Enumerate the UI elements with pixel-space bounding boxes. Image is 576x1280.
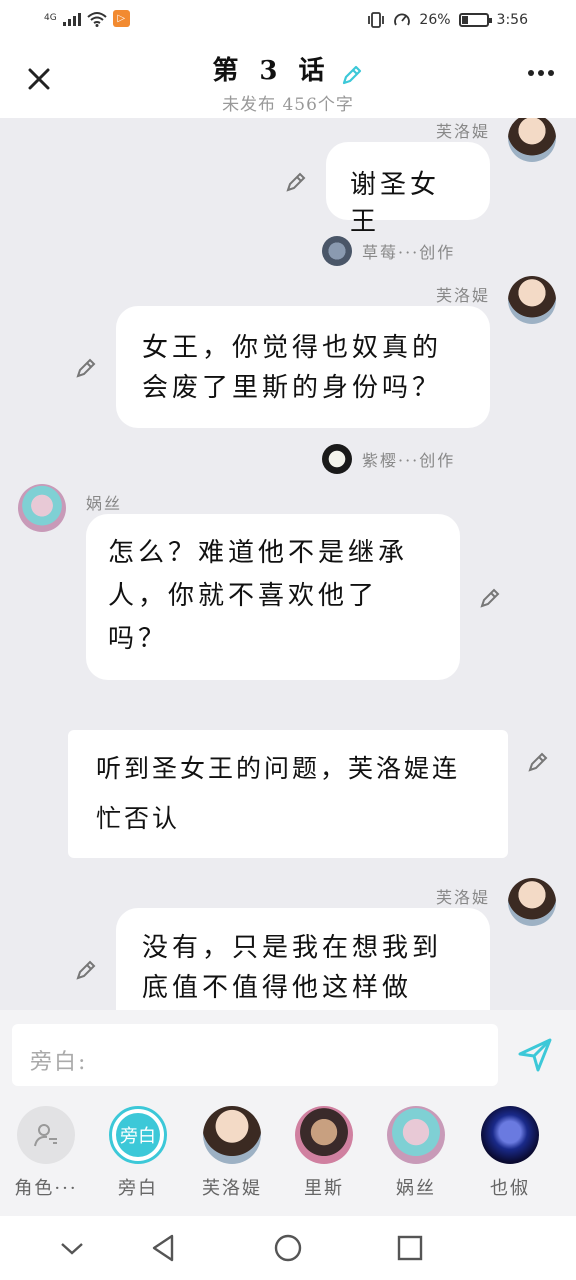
message-input[interactable]: 旁白: [12,1024,498,1086]
signal-icon [62,12,81,26]
role-wosi[interactable]: 娲丝 [370,1106,462,1200]
home-icon[interactable] [272,1232,304,1264]
role-lisi[interactable]: 里斯 [278,1106,370,1200]
role-selector: 角色··· 旁白 旁白 芙洛媞 里斯 娲丝 也俶 [0,1100,576,1216]
creator-avatar [322,236,352,266]
header: 第 3 话 未发布 456个字 [0,40,576,118]
wifi-icon [87,11,107,27]
back-icon[interactable] [148,1232,180,1264]
edit-message-icon[interactable] [526,750,550,774]
chevron-down-icon[interactable] [56,1232,88,1264]
role-yechu[interactable]: 也俶 [464,1106,556,1200]
creator-tag: 紫樱···创作 [322,444,455,474]
recent-apps-icon[interactable] [394,1232,426,1264]
chapter-title[interactable]: 第 3 话 [212,56,330,86]
avatar[interactable] [508,118,556,162]
narration-block[interactable]: 听到圣女王的问题，芙洛媞连 忙否认 [68,730,508,858]
message-bubble[interactable]: 没有，只是我在想我到 底值不值得他这样做 [116,908,490,1010]
creator-avatar [322,444,352,474]
system-nav-bar [0,1216,576,1280]
chat-area[interactable]: 芙洛媞 谢圣女王 草莓···创作 芙洛媞 女王，你觉得也奴真的 会废了里斯的身份… [0,118,576,1010]
avatar [203,1106,261,1164]
edit-message-icon[interactable] [74,356,98,380]
status-bar: 4G ▷ 26% 3:56 [0,0,576,40]
more-options-button[interactable] [528,70,554,76]
send-icon[interactable] [516,1036,554,1074]
speaker-name: 芙洛媞 [435,286,490,305]
role-narrator[interactable]: 旁白 旁白 [92,1106,184,1200]
avatar [295,1106,353,1164]
role-add[interactable]: 角色··· [0,1106,92,1200]
edit-message-icon[interactable] [284,170,308,194]
narrator-badge: 旁白 [116,1113,160,1157]
message-bubble[interactable]: 怎么？难道他不是继承 人，你就不喜欢他了 吗？ [86,514,460,680]
add-role-icon [34,1124,57,1147]
edit-message-icon[interactable] [74,958,98,982]
app-notification-icon: ▷ [112,10,130,27]
message-bubble[interactable]: 女王，你觉得也奴真的 会废了里斯的身份吗？ [116,306,490,428]
speaker-name: 芙洛媞 [435,122,490,141]
message-bubble[interactable]: 谢圣女王 [326,142,490,237]
battery-icon [458,13,492,27]
speaker-name: 芙洛媞 [435,888,490,907]
avatar[interactable] [508,878,556,926]
avatar [481,1106,539,1164]
edit-title-icon[interactable] [340,63,364,87]
network-type: 4G [44,13,57,23]
composer: 旁白: [0,1010,576,1100]
vibrate-icon [368,12,385,28]
avatar[interactable] [508,276,556,324]
speed-icon [394,13,411,26]
creator-tag: 草莓···创作 [322,236,455,266]
avatar[interactable] [18,484,66,532]
battery-percent: 26% [419,12,451,28]
speaker-name: 娲丝 [86,494,123,513]
edit-message-icon[interactable] [478,586,502,610]
clock: 3:56 [496,12,528,28]
publish-status: 未发布 456个字 [222,95,354,115]
role-fuluoti[interactable]: 芙洛媞 [186,1106,278,1200]
avatar [387,1106,445,1164]
